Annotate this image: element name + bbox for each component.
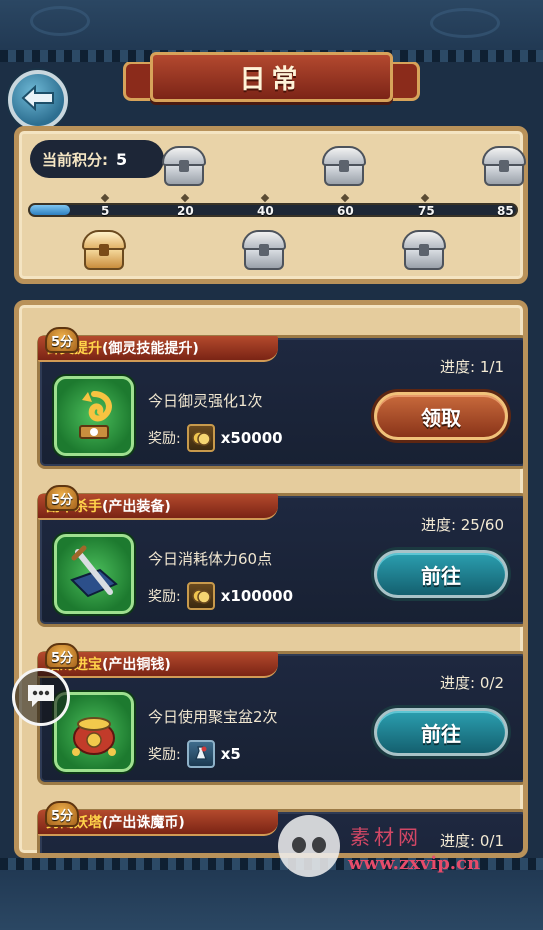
quest-subtitle: (产出诛魔币)	[102, 815, 185, 831]
watermark-url: www.zxvip.cn	[348, 853, 481, 874]
sword-book-icon	[54, 534, 134, 614]
watermark-title: 素材网	[350, 825, 422, 849]
quest-description: 今日消耗体力60点	[148, 550, 273, 568]
coin-icon	[186, 582, 215, 610]
claim-button[interactable]: 领取	[374, 392, 508, 440]
quest-description: 今日御灵强化1次	[148, 392, 263, 410]
quest-card: 御灵提升 (御灵技能提升) 进度: 1/1 今日御灵强化1次 奖励: x5000…	[37, 335, 523, 469]
silver-chest-icon[interactable]	[160, 146, 208, 188]
points-badge: 5分	[45, 643, 79, 669]
cloud-decoration	[430, 8, 500, 38]
tick-label: 60	[337, 204, 354, 218]
quest-description: 今日使用聚宝盆2次	[148, 708, 278, 726]
panda-logo-icon	[278, 815, 340, 877]
watermark: 素材网 www.zxvip.cn	[278, 815, 528, 885]
reward-amount: x100000	[220, 587, 294, 605]
score-progress-fill	[30, 205, 71, 215]
spirit-upgrade-icon	[54, 376, 134, 456]
reward-label: 奖励:	[148, 589, 181, 605]
silver-chest-icon[interactable]	[400, 230, 448, 272]
cloud-decoration	[30, 6, 90, 36]
tick-label: 20	[177, 204, 194, 218]
silver-chest-icon[interactable]	[480, 146, 528, 188]
coin-icon	[186, 424, 215, 452]
tick-label: 85	[497, 204, 514, 218]
quest-progress: 进度: 0/2	[440, 674, 504, 692]
quest-card: 副本杀手 (产出装备) 进度: 25/60 今日消耗体力60点 奖励: x100…	[37, 493, 523, 627]
tick-label: 5	[101, 204, 110, 218]
quest-list[interactable]: 御灵提升 (御灵技能提升) 进度: 1/1 今日御灵强化1次 奖励: x5000…	[14, 300, 528, 858]
quest-reward: 奖励: x100000	[148, 582, 293, 610]
score-label: 当前积分:	[42, 150, 108, 169]
points-badge: 5分	[45, 485, 79, 511]
quest-subtitle: (御灵技能提升)	[102, 341, 199, 357]
quest-subtitle: (产出装备)	[102, 499, 171, 515]
page-title: 日常	[239, 64, 304, 95]
points-badge: 5分	[45, 327, 79, 353]
current-score: 当前积分: 5	[30, 140, 164, 178]
potion-icon	[186, 740, 215, 768]
arrow-left-icon	[21, 84, 55, 115]
score-value: 5	[116, 149, 128, 169]
back-button[interactable]	[8, 70, 68, 130]
tick-label: 40	[257, 204, 274, 218]
quest-reward: 奖励: x5	[148, 740, 241, 768]
quest-subtitle: (产出铜钱)	[102, 657, 171, 673]
tick-label: 75	[418, 204, 435, 218]
reward-amount: x5	[220, 745, 241, 763]
quest-reward: 奖励: x50000	[148, 424, 283, 452]
quest-progress: 进度: 25/60	[420, 516, 504, 534]
reward-label: 奖励:	[148, 747, 181, 763]
title-banner: 日常	[123, 52, 420, 102]
quest-card: 招财进宝 (产出铜钱) 进度: 0/2 今日使用聚宝盆2次 奖励: x5 前往	[37, 651, 523, 785]
go-button[interactable]: 前往	[374, 550, 508, 598]
points-badge: 5分	[45, 801, 79, 827]
reward-label: 奖励:	[148, 431, 181, 447]
gold-chest-icon[interactable]	[80, 230, 128, 272]
silver-chest-icon[interactable]	[240, 230, 288, 272]
silver-chest-icon[interactable]	[320, 146, 368, 188]
chat-button[interactable]	[12, 668, 70, 726]
go-button[interactable]: 前往	[374, 708, 508, 756]
chat-bubble-icon	[24, 681, 58, 713]
quest-progress: 进度: 1/1	[440, 358, 504, 376]
reward-amount: x50000	[220, 429, 283, 447]
